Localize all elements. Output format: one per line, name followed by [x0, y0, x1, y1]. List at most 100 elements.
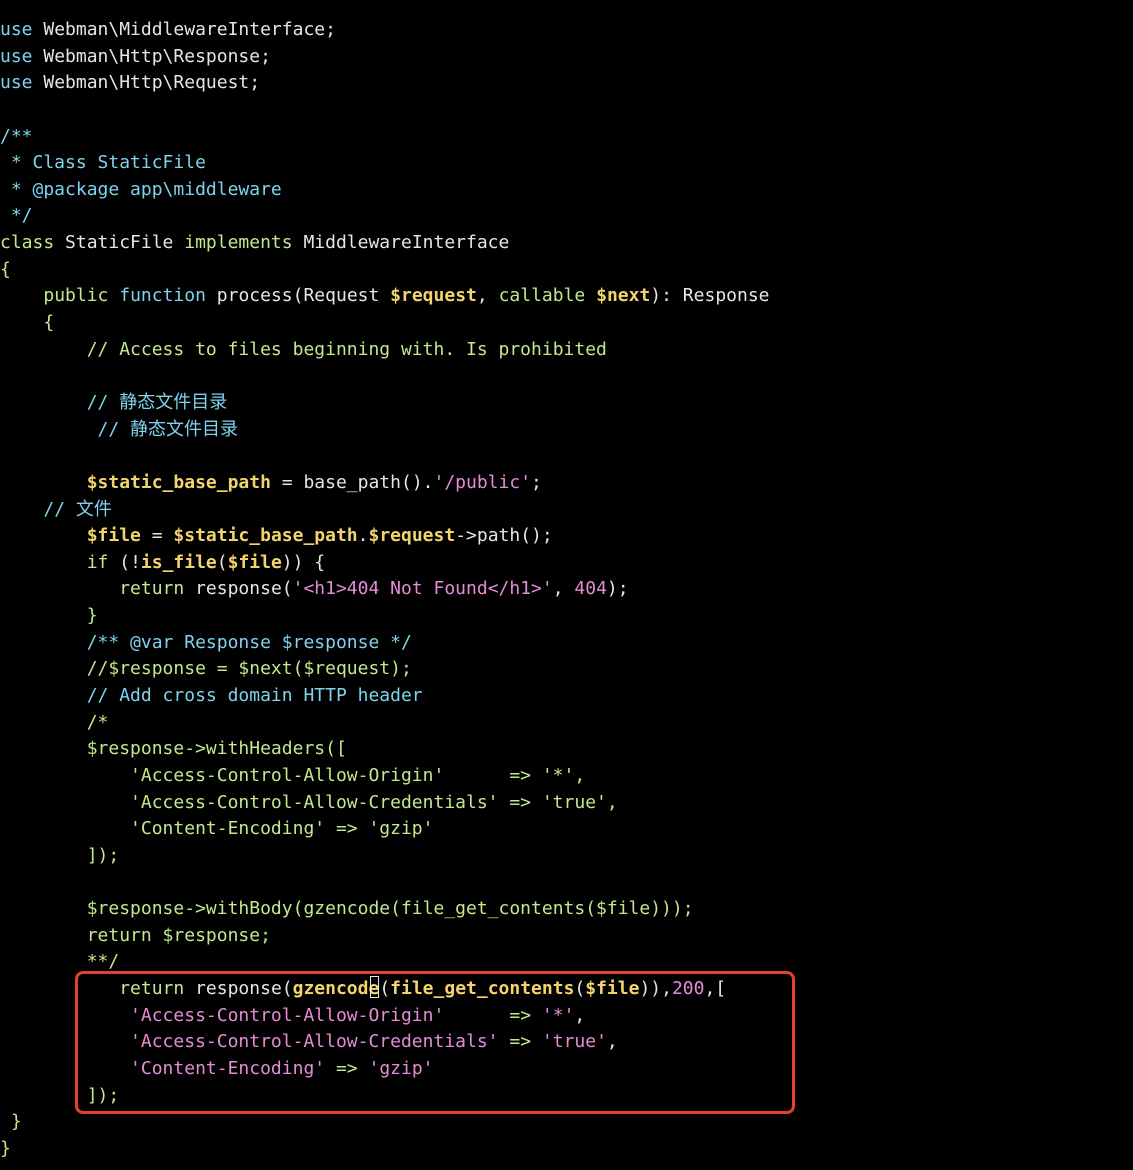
code-token: callable: [498, 285, 586, 307]
code-line[interactable]: [0, 443, 770, 470]
code-token: 404: [574, 578, 607, 600]
code-token: Webman\Http\Response;: [32, 45, 271, 67]
text-cursor: [370, 976, 380, 999]
code-line[interactable]: {: [0, 310, 770, 337]
code-token: (: [574, 978, 586, 1000]
code-token: // 文件: [43, 498, 112, 520]
code-line[interactable]: return $response;: [0, 923, 770, 950]
code-line[interactable]: {: [0, 257, 770, 284]
code-token: )),: [639, 978, 672, 1000]
code-line[interactable]: $response->withHeaders([: [0, 736, 770, 763]
code-line[interactable]: 'Access-Control-Allow-Origin' => '*',: [0, 763, 770, 790]
code-line[interactable]: 'Content-Encoding' => 'gzip': [0, 1056, 770, 1083]
code-token: function: [119, 285, 206, 307]
code-token: ,[: [704, 978, 727, 1000]
code-line[interactable]: * @package app\middleware: [0, 177, 770, 204]
code-line[interactable]: // Add cross domain HTTP header: [0, 683, 770, 710]
code-line[interactable]: }: [0, 1109, 770, 1136]
code-token: file_get_contents: [390, 978, 575, 1000]
code-line[interactable]: [0, 97, 770, 124]
code-token: class: [0, 232, 55, 254]
code-token: use: [0, 45, 33, 67]
code-line[interactable]: // 静态文件目录: [0, 417, 770, 444]
code-line[interactable]: ]);: [0, 1083, 770, 1110]
code-token: return $response;: [86, 924, 271, 946]
code-line[interactable]: [0, 870, 770, 897]
code-line[interactable]: ]);: [0, 843, 770, 870]
code-line[interactable]: if (!is_file($file)) {: [0, 550, 770, 577]
code-line[interactable]: public function process(Request $request…: [0, 283, 769, 310]
code-token: // 静态文件目录: [97, 418, 239, 440]
code-token: 'Content-Encoding' => 'gzip': [130, 818, 434, 840]
code-editor[interactable]: use Webman\MiddlewareInterface; use Webma…: [0, 0, 1133, 1170]
code-line[interactable]: // 静态文件目录: [0, 390, 770, 417]
code-token: StaticFile: [54, 232, 185, 254]
code-line[interactable]: return response(gzencode(file_get_conten…: [0, 976, 770, 1003]
code-line[interactable]: $static_base_path = base_path().'/public…: [0, 470, 770, 497]
code-line[interactable]: 'Content-Encoding' => 'gzip': [0, 816, 770, 843]
code-line[interactable]: * Class StaticFile: [0, 150, 770, 177]
code-token: ,: [476, 285, 499, 307]
code-token: {: [43, 312, 55, 334]
code-token: $file: [86, 525, 141, 547]
code-line[interactable]: */: [0, 203, 770, 230]
code-line[interactable]: /** @var Response $response */: [0, 630, 770, 657]
code-token: /**: [0, 125, 33, 147]
code-token: }: [0, 1137, 11, 1159]
code-line[interactable]: // 文件: [0, 497, 770, 524]
code-token: ,: [552, 578, 575, 600]
code-line[interactable]: $response->withBody(gzencode(file_get_co…: [0, 896, 770, 923]
code-line[interactable]: /**: [0, 124, 770, 151]
code-line[interactable]: /*: [0, 710, 770, 737]
code-token: {: [0, 258, 11, 280]
code-token: response(: [184, 578, 293, 600]
code-token: 'Access-Control-Allow-Origin' => '*',: [130, 764, 586, 786]
code-line[interactable]: use Webman\Http\Request;: [0, 70, 770, 97]
code-line[interactable]: 'Access-Control-Allow-Origin' => '*',: [0, 1003, 770, 1030]
code-line[interactable]: //$response = $next($request);: [0, 656, 770, 683]
code-line[interactable]: use Webman\MiddlewareInterface;: [0, 17, 770, 44]
code-token: Webman\Http\Request;: [32, 72, 261, 94]
code-token: $response->withBody(gzencode(file_get_co…: [86, 898, 694, 920]
code-line[interactable]: use Webman\Http\Response;: [0, 44, 770, 71]
code-line[interactable]: 'Access-Control-Allow-Credentials' => 't…: [0, 1029, 770, 1056]
code-line[interactable]: 'Access-Control-Allow-Credentials' => 't…: [0, 790, 770, 817]
code-line[interactable]: [0, 363, 770, 390]
code-token: use: [0, 19, 33, 40]
code-token: gzencode: [292, 978, 380, 1000]
code-token: /*: [86, 711, 109, 733]
code-token: return: [119, 978, 185, 1000]
code-line[interactable]: class StaticFile implements MiddlewareIn…: [0, 230, 770, 257]
code-line[interactable]: }: [0, 603, 770, 630]
code-token: $file: [227, 551, 282, 573]
code-line[interactable]: **/: [0, 949, 770, 976]
code-line[interactable]: $file = $static_base_path.$request->path…: [0, 523, 770, 550]
code-text-area[interactable]: use Webman\MiddlewareInterface; use Webma…: [0, 17, 770, 1163]
code-line[interactable]: return response('<h1>404 Not Found</h1>'…: [0, 576, 770, 603]
code-token: }: [10, 1111, 22, 1133]
code-token: process(Request: [205, 285, 391, 307]
code-token: 'Access-Control-Allow-Origin': [130, 1004, 445, 1026]
code-line[interactable]: }: [0, 1136, 770, 1163]
code-line[interactable]: // Access to files beginning with. Is pr…: [0, 337, 770, 364]
